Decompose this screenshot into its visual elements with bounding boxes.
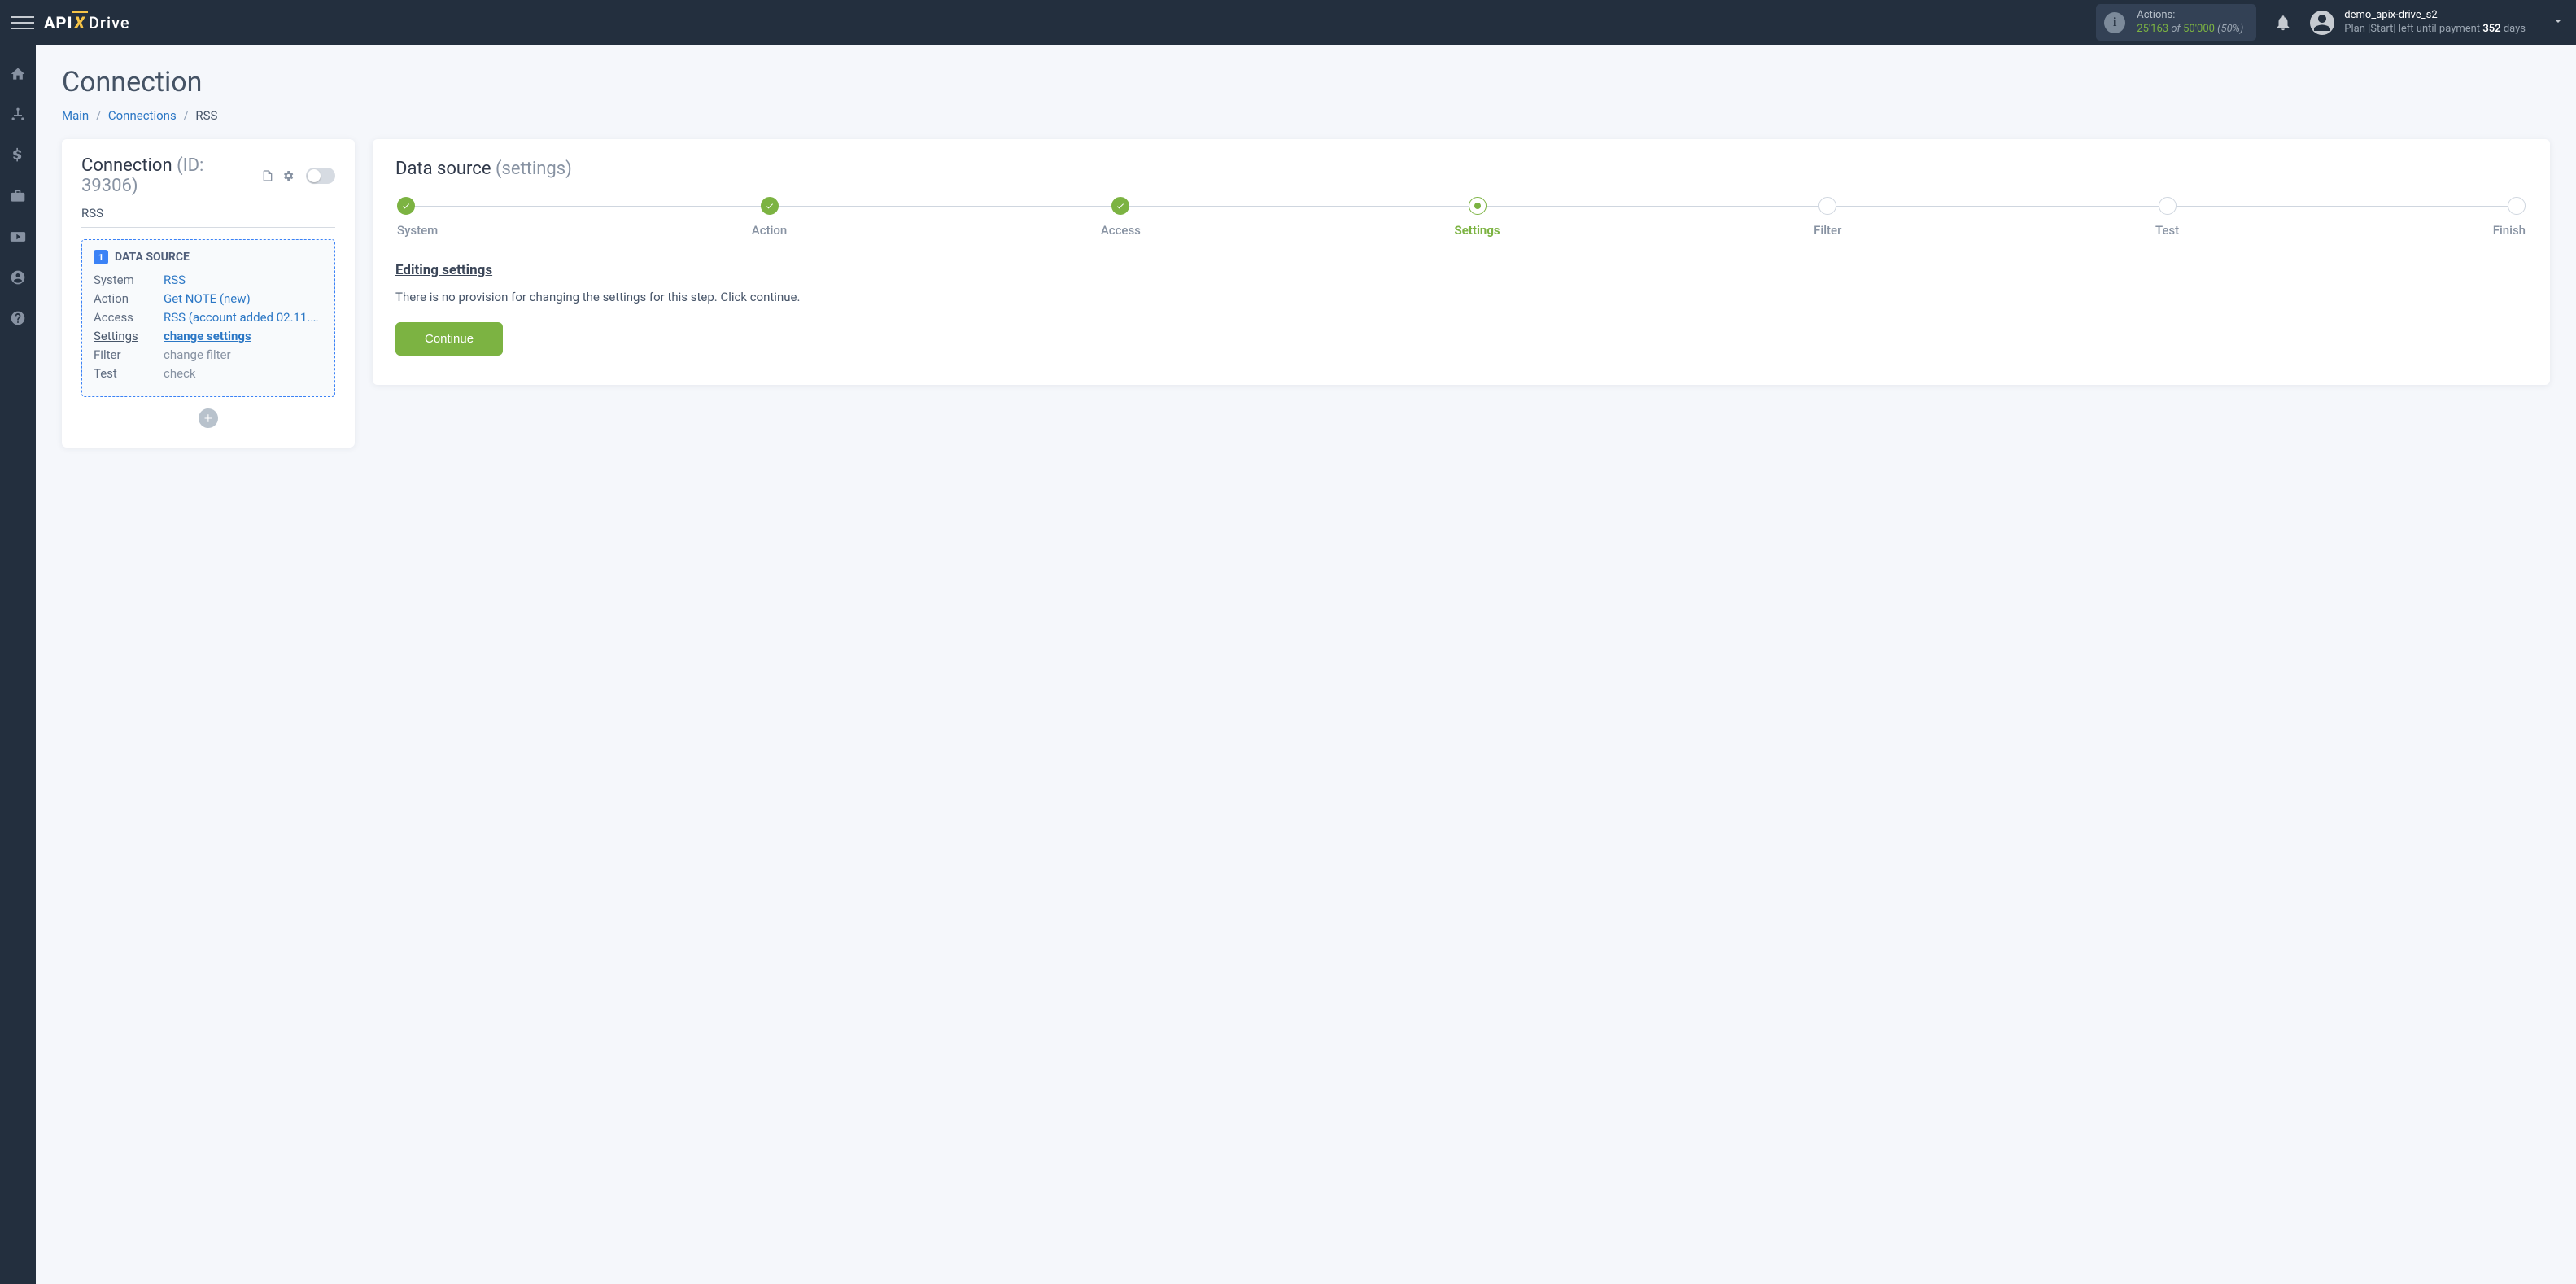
- breadcrumb: Main / Connections / RSS: [62, 108, 2550, 123]
- step-circle: [1469, 197, 1487, 215]
- user-menu[interactable]: demo_apix-drive_s2 Plan |Start| left unt…: [2310, 9, 2565, 37]
- ds-row-access[interactable]: AccessRSS (account added 02.11.20: [94, 310, 323, 325]
- sidenav: [0, 45, 36, 1284]
- step-circle: [397, 197, 415, 215]
- actions-label: Actions:: [2137, 9, 2243, 23]
- actions-pct: (50%): [2217, 23, 2243, 35]
- step-label: Settings: [1454, 223, 1500, 238]
- step-label: Finish: [2493, 223, 2526, 238]
- logo-x: X: [74, 13, 85, 33]
- info-text: There is no provision for changing the s…: [395, 290, 2527, 304]
- ds-row-key: Test: [94, 366, 164, 381]
- step-label: Test: [2155, 223, 2179, 238]
- nav-video[interactable]: [8, 227, 28, 247]
- ds-row-value[interactable]: change settings: [164, 329, 323, 343]
- ds-row-system[interactable]: SystemRSS: [94, 273, 323, 287]
- nav-work[interactable]: [8, 186, 28, 206]
- hamburger-menu[interactable]: [11, 11, 34, 34]
- actions-total: 50'000: [2183, 23, 2215, 35]
- add-destination-button[interactable]: +: [199, 408, 218, 428]
- step-label: Filter: [1814, 223, 1841, 238]
- nav-connections[interactable]: [8, 105, 28, 124]
- step-filter[interactable]: Filter: [1814, 197, 1841, 238]
- page-title: Connection: [62, 66, 2550, 98]
- ds-row-key: Filter: [94, 347, 164, 362]
- step-finish[interactable]: Finish: [2493, 197, 2526, 238]
- avatar-icon: [2310, 11, 2334, 35]
- actions-text: Actions: 25'163 of 50'000 (50%): [2137, 9, 2243, 37]
- ds-row-filter[interactable]: Filterchange filter: [94, 347, 323, 362]
- document-icon[interactable]: [260, 168, 274, 183]
- connection-source-name: RSS: [81, 206, 335, 228]
- user-plan: Plan |Start| left until payment 352 days: [2344, 23, 2526, 37]
- nav-help[interactable]: [8, 308, 28, 328]
- ds-row-key: System: [94, 273, 164, 287]
- continue-button[interactable]: Continue: [395, 322, 503, 356]
- data-source-block: 1 DATA SOURCE SystemRSSActionGet NOTE (n…: [81, 239, 335, 397]
- badge-1: 1: [94, 250, 108, 264]
- step-circle: [1111, 197, 1129, 215]
- settings-card: Data source (settings) System Action Acces…: [373, 139, 2550, 385]
- step-circle: [1818, 197, 1836, 215]
- step-test[interactable]: Test: [2155, 197, 2179, 238]
- user-name: demo_apix-drive_s2: [2344, 9, 2526, 23]
- connection-heading: Connection (ID: 39306): [81, 155, 254, 196]
- step-label: Access: [1101, 223, 1141, 238]
- step-circle: [2159, 197, 2177, 215]
- editing-settings-subhead: Editing settings: [395, 262, 2527, 278]
- connection-card: Connection (ID: 39306) RSS 1 DATA: [62, 139, 355, 448]
- gear-icon[interactable]: [281, 168, 295, 183]
- step-system[interactable]: System: [397, 197, 438, 238]
- ds-row-key: Access: [94, 310, 164, 325]
- nav-billing[interactable]: [8, 146, 28, 165]
- data-source-title: 1 DATA SOURCE: [94, 250, 323, 264]
- ds-row-value[interactable]: check: [164, 366, 323, 381]
- breadcrumb-current: RSS: [195, 108, 217, 123]
- step-label: System: [397, 223, 438, 238]
- step-label: Action: [752, 223, 787, 238]
- ds-row-test[interactable]: Testcheck: [94, 366, 323, 381]
- ds-row-value[interactable]: Get NOTE (new): [164, 291, 323, 306]
- ds-row-value[interactable]: RSS (account added 02.11.20: [164, 310, 323, 325]
- info-icon: [2104, 12, 2125, 33]
- step-action[interactable]: Action: [752, 197, 787, 238]
- step-access[interactable]: Access: [1101, 197, 1141, 238]
- stepper: System Action Access Settings Filter Test Fini…: [395, 197, 2527, 238]
- actions-of: of: [2171, 23, 2181, 35]
- ds-row-value[interactable]: RSS: [164, 273, 323, 287]
- topbar: API X Drive Actions: 25'163 of 50'000 (5…: [0, 0, 2576, 45]
- user-meta: demo_apix-drive_s2 Plan |Start| left unt…: [2344, 9, 2526, 37]
- nav-account[interactable]: [8, 268, 28, 287]
- ds-row-key: Settings: [94, 329, 164, 343]
- step-circle: [761, 197, 779, 215]
- logo-drive: Drive: [89, 13, 130, 33]
- step-circle: [2508, 197, 2526, 215]
- main: Connection Main / Connections / RSS Conn…: [36, 45, 2576, 1284]
- breadcrumb-main[interactable]: Main: [62, 108, 89, 123]
- ds-row-value[interactable]: change filter: [164, 347, 323, 362]
- logo-api: API: [44, 13, 72, 33]
- chevron-down-icon: [2552, 15, 2565, 31]
- ds-row-settings[interactable]: Settingschange settings: [94, 329, 323, 343]
- settings-heading: Data source (settings): [395, 159, 2527, 179]
- actions-used: 25'163: [2137, 23, 2168, 35]
- breadcrumb-connections[interactable]: Connections: [108, 108, 177, 123]
- actions-box[interactable]: Actions: 25'163 of 50'000 (50%): [2096, 4, 2256, 41]
- ds-row-action[interactable]: ActionGet NOTE (new): [94, 291, 323, 306]
- logo[interactable]: API X Drive: [44, 13, 130, 33]
- nav-home[interactable]: [8, 64, 28, 84]
- ds-row-key: Action: [94, 291, 164, 306]
- step-settings[interactable]: Settings: [1454, 197, 1500, 238]
- bell-icon[interactable]: [2274, 14, 2292, 32]
- connection-toggle[interactable]: [306, 168, 335, 184]
